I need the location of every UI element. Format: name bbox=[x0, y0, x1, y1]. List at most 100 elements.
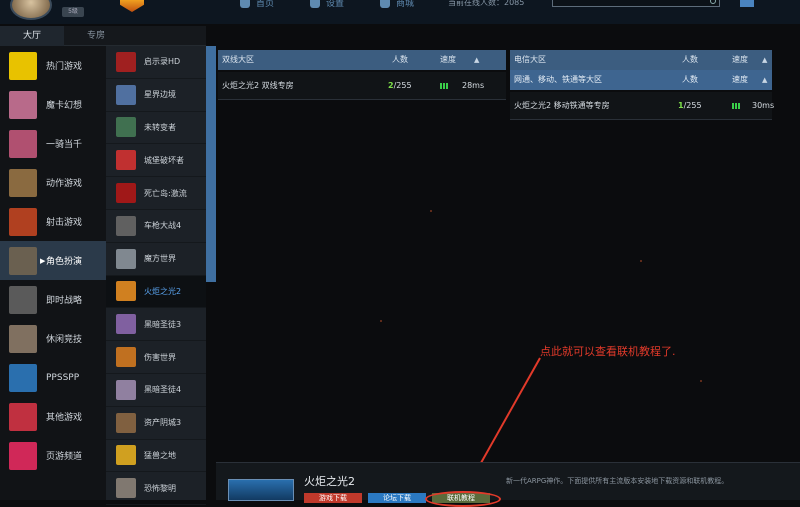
lobby-tabs: 大厅 专房 bbox=[0, 26, 206, 46]
game-label: 魔方世界 bbox=[144, 254, 176, 264]
category-item[interactable]: PPSSPP bbox=[0, 358, 106, 397]
category-item[interactable]: 其他游戏 bbox=[0, 397, 106, 436]
dual-line-panel-header: 双线大区 人数 速度 ▲ bbox=[218, 50, 506, 70]
category-label: PPSSPP bbox=[46, 372, 80, 383]
category-label: 射击游戏 bbox=[46, 218, 83, 228]
category-label: 动作游戏 bbox=[46, 179, 83, 189]
annotation-circle bbox=[425, 491, 501, 507]
column-player-count[interactable]: 人数 bbox=[682, 70, 698, 90]
category-item[interactable]: 魔卡幻想 bbox=[0, 85, 106, 124]
server-name: 火炬之光2 移动铁通等专房 bbox=[514, 101, 610, 110]
game-label: 恐怖黎明 bbox=[144, 483, 176, 493]
game-item[interactable]: 资产阴城3 bbox=[106, 407, 206, 440]
column-speed[interactable]: 速度 bbox=[732, 70, 748, 90]
category-item[interactable]: 热门游戏 bbox=[0, 46, 106, 85]
game-icon bbox=[116, 150, 136, 171]
bg-spark bbox=[430, 210, 432, 212]
search-icon[interactable] bbox=[710, 0, 716, 4]
category-icon bbox=[9, 246, 37, 275]
game-item[interactable]: 启示录HD bbox=[106, 46, 206, 79]
column-speed[interactable]: 速度 bbox=[440, 50, 456, 70]
game-icon bbox=[116, 412, 136, 433]
game-item[interactable]: 城堡破坏者 bbox=[106, 144, 206, 178]
column-speed[interactable]: 速度 bbox=[732, 50, 748, 70]
column-server-name[interactable]: 双线大区 bbox=[222, 50, 254, 70]
category-item[interactable]: 一骑当千 bbox=[0, 124, 106, 163]
game-item[interactable]: 星界边境 bbox=[106, 79, 206, 112]
server-max-players: /255 bbox=[393, 81, 412, 90]
game-label: 未转变者 bbox=[144, 122, 176, 132]
category-icon bbox=[9, 51, 37, 80]
forum-download-button[interactable]: 论坛下载 bbox=[368, 493, 426, 503]
nav-settings[interactable]: 设置 bbox=[310, 0, 345, 9]
telecom-panel-header: 电信大区 人数 速度 ▲ bbox=[510, 50, 772, 70]
server-player-count: 2/255 bbox=[388, 72, 412, 100]
category-icon bbox=[9, 285, 37, 314]
game-item[interactable]: 黑暗圣徒4 bbox=[106, 374, 206, 407]
game-item[interactable]: 未转变者 bbox=[106, 112, 206, 145]
category-label: 其他游戏 bbox=[46, 413, 83, 423]
category-item[interactable]: 动作游戏 bbox=[0, 163, 106, 202]
annotation-text: 点此就可以查看联机教程了. bbox=[540, 345, 676, 358]
column-player-count[interactable]: 人数 bbox=[392, 50, 408, 70]
game-label: 资产阴城3 bbox=[144, 418, 182, 428]
sort-arrow-icon[interactable]: ▲ bbox=[762, 70, 767, 90]
tab-lobby[interactable]: 大厅 bbox=[0, 26, 64, 46]
game-item[interactable]: 魔方世界 bbox=[106, 243, 206, 276]
store-icon bbox=[380, 0, 391, 8]
user-menu-icon[interactable] bbox=[740, 0, 754, 7]
category-item[interactable]: ▶ 角色扮演 bbox=[0, 241, 106, 280]
home-icon bbox=[240, 0, 250, 8]
game-icon bbox=[116, 347, 136, 368]
game-label: 伤害世界 bbox=[144, 352, 176, 362]
game-label: 车枪大战4 bbox=[144, 221, 182, 231]
game-download-button[interactable]: 游戏下载 bbox=[304, 493, 362, 503]
column-server-name[interactable]: 网通、移动、铁通等大区 bbox=[514, 70, 602, 90]
game-icon bbox=[116, 379, 136, 400]
online-count: 当前在线人数：2085 bbox=[448, 0, 525, 7]
server-ping: 30ms bbox=[752, 101, 775, 110]
game-label: 黑暗圣徒3 bbox=[144, 319, 182, 329]
game-label: 猛兽之地 bbox=[144, 450, 176, 460]
server-row[interactable]: 火炬之光2 双线专房 2/255 28ms bbox=[218, 72, 506, 100]
nav-home[interactable]: 首页 bbox=[240, 0, 275, 9]
game-list-scrollbar[interactable] bbox=[206, 46, 216, 282]
nav-settings-label: 设置 bbox=[326, 0, 345, 9]
server-row[interactable]: 火炬之光2 移动铁通等专房 1/255 30ms bbox=[510, 92, 775, 120]
game-item[interactable]: 猛兽之地 bbox=[106, 440, 206, 473]
user-avatar[interactable] bbox=[10, 0, 52, 20]
category-icon bbox=[9, 441, 37, 470]
game-icon bbox=[116, 51, 136, 72]
bg-spark bbox=[700, 380, 702, 382]
bg-spark bbox=[380, 320, 382, 322]
column-server-name[interactable]: 电信大区 bbox=[514, 50, 546, 70]
sort-arrow-icon[interactable]: ▲ bbox=[762, 50, 767, 70]
game-item[interactable]: 火炬之光2 bbox=[106, 275, 206, 309]
game-label: 城堡破坏者 bbox=[144, 155, 184, 165]
category-item[interactable]: 射击游戏 bbox=[0, 202, 106, 241]
selected-arrow-icon: ▶ bbox=[40, 256, 46, 265]
game-title: 火炬之光2 bbox=[304, 475, 355, 488]
category-icon bbox=[9, 363, 37, 392]
game-item[interactable]: 死亡岛:激流 bbox=[106, 177, 206, 210]
server-player-count: 1/255 bbox=[678, 92, 702, 120]
game-icon bbox=[116, 117, 136, 138]
tab-special-rooms[interactable]: 专房 bbox=[64, 26, 128, 46]
search-input[interactable] bbox=[552, 0, 720, 7]
category-item[interactable]: 休闲竞技 bbox=[0, 319, 106, 358]
column-player-count[interactable]: 人数 bbox=[682, 50, 698, 70]
game-item[interactable]: 恐怖黎明 bbox=[106, 472, 206, 506]
game-icon bbox=[116, 248, 136, 269]
category-item[interactable]: 即时战略 bbox=[0, 280, 106, 319]
game-label: 黑暗圣徒4 bbox=[144, 385, 182, 395]
game-item[interactable]: 伤害世界 bbox=[106, 341, 206, 374]
category-item[interactable]: 页游频道 bbox=[0, 436, 106, 475]
sort-arrow-icon[interactable]: ▲ bbox=[474, 50, 479, 70]
game-item[interactable]: 车枪大战4 bbox=[106, 210, 206, 243]
game-icon bbox=[116, 478, 136, 499]
game-thumbnail[interactable] bbox=[228, 479, 294, 501]
game-item[interactable]: 黑暗圣徒3 bbox=[106, 308, 206, 342]
nav-home-label: 首页 bbox=[256, 0, 275, 9]
nav-store[interactable]: 商城 bbox=[380, 0, 414, 9]
category-icon bbox=[9, 168, 37, 197]
